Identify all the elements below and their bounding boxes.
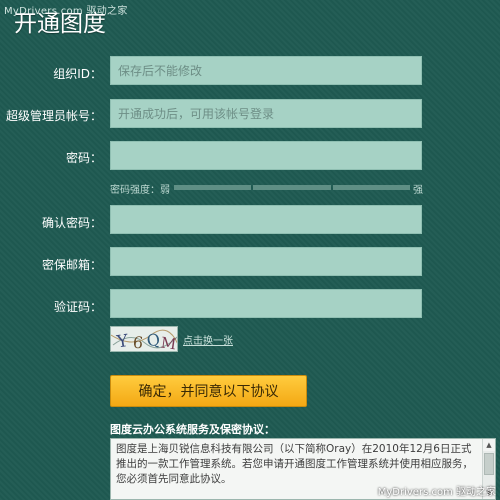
page-title: 开通图度 xyxy=(14,11,106,37)
captcha-label: 验证码： xyxy=(53,300,102,314)
captcha-char-1: Y xyxy=(115,331,131,352)
watermark-bottom: MyDrivers.com 驱动之家 xyxy=(377,487,496,498)
scroll-thumb[interactable] xyxy=(484,453,494,475)
password-input[interactable] xyxy=(110,141,422,170)
password-strength-label: 密码强度：弱 xyxy=(110,185,170,196)
confirm-agree-button[interactable]: 确定，并同意以下协议 xyxy=(110,375,307,407)
strength-segment-strong xyxy=(332,185,410,190)
scroll-up-arrow-icon[interactable]: ▲ xyxy=(483,439,495,451)
captcha-char-2: 6 xyxy=(132,333,144,352)
org-id-label: 组织ID： xyxy=(53,67,102,81)
captcha-input[interactable] xyxy=(110,289,422,318)
captcha-image[interactable]: Y 6 Q M xyxy=(110,326,178,352)
password-strength-strong-label: 强 xyxy=(413,185,423,196)
strength-segment-weak xyxy=(174,185,252,190)
password-label: 密码： xyxy=(65,151,102,165)
admin-account-label: 超级管理员帐号： xyxy=(5,109,102,123)
org-id-input[interactable] xyxy=(110,56,422,85)
captcha-char-4: M xyxy=(160,334,178,352)
confirm-password-label: 确认密码： xyxy=(41,216,102,230)
captcha-char-3: Q xyxy=(145,330,161,351)
password-strength-bar xyxy=(174,185,410,190)
strength-segment-medium xyxy=(253,185,331,190)
confirm-password-input[interactable] xyxy=(110,205,422,234)
admin-account-input[interactable] xyxy=(110,99,422,128)
security-email-label: 密保邮箱： xyxy=(41,258,102,272)
agreement-text: 图度是上海贝锐信息科技有限公司（以下简称Oray）在2010年12月6日正式推出… xyxy=(116,443,473,485)
agreement-title: 图度云办公系统服务及保密协议： xyxy=(110,423,275,436)
security-email-input[interactable] xyxy=(110,247,422,276)
captcha-refresh-link[interactable]: 点击换一张 xyxy=(183,332,233,347)
